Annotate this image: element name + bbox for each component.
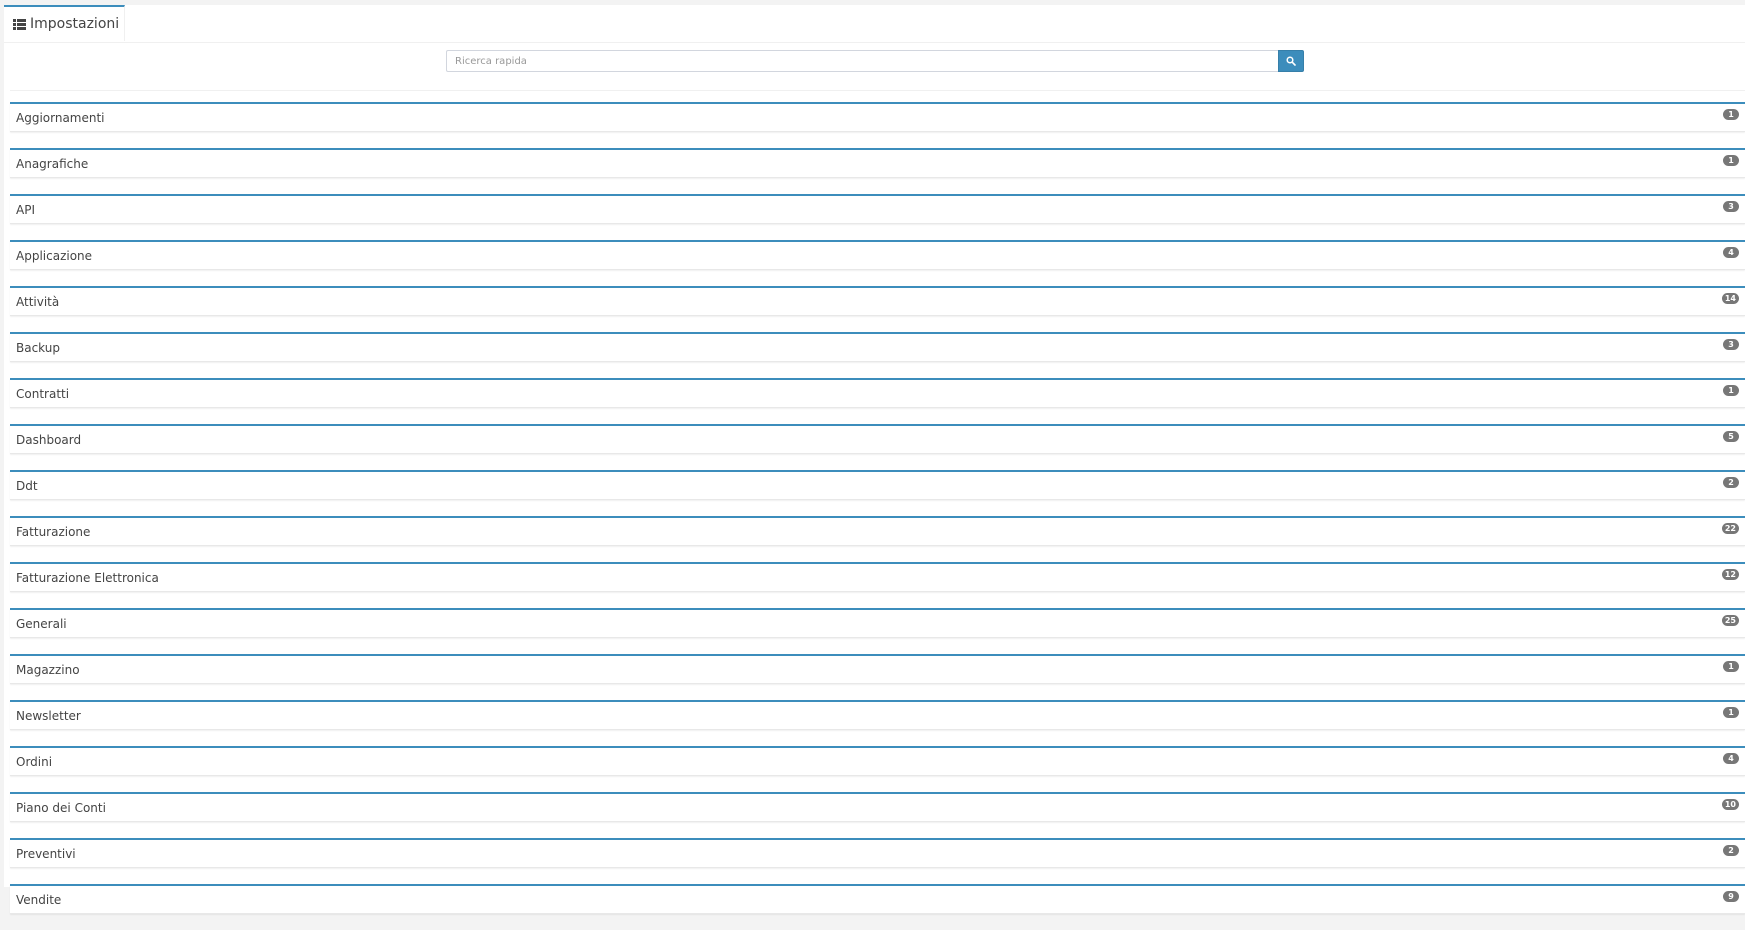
settings-section[interactable]: Vendite 9 <box>10 884 1745 914</box>
count-badge: 14 <box>1721 293 1739 304</box>
settings-section[interactable]: Ordini 4 <box>10 746 1745 776</box>
search-icon <box>1286 56 1296 66</box>
divider <box>10 90 1745 91</box>
section-title: Attività <box>16 295 60 309</box>
count-badge: 3 <box>1723 339 1739 350</box>
count-badge: 3 <box>1723 201 1739 212</box>
section-title: Generali <box>16 617 67 631</box>
tab-label: Impostazioni <box>30 16 120 32</box>
section-title: API <box>16 203 35 217</box>
settings-section[interactable]: Attività 14 <box>10 286 1745 316</box>
count-badge: 5 <box>1723 431 1739 442</box>
settings-section[interactable]: Generali 25 <box>10 608 1745 638</box>
section-title: Magazzino <box>16 663 80 677</box>
settings-section[interactable]: API 3 <box>10 194 1745 224</box>
section-title: Dashboard <box>16 433 82 447</box>
count-badge: 2 <box>1723 477 1739 488</box>
section-title: Preventivi <box>16 847 76 861</box>
section-title: Contratti <box>16 387 70 401</box>
settings-section[interactable]: Backup 3 <box>10 332 1745 362</box>
search-input[interactable] <box>446 50 1278 72</box>
count-badge: 1 <box>1723 661 1739 672</box>
section-title: Vendite <box>16 893 62 907</box>
count-badge: 10 <box>1721 799 1739 810</box>
count-badge: 1 <box>1723 707 1739 718</box>
settings-section[interactable]: Dashboard 5 <box>10 424 1745 454</box>
count-badge: 1 <box>1723 109 1739 120</box>
count-badge: 9 <box>1723 891 1739 902</box>
search-button[interactable] <box>1278 50 1304 72</box>
count-badge: 4 <box>1723 753 1739 764</box>
section-title: Ddt <box>16 479 38 493</box>
tab-bar: Impostazioni <box>4 5 1745 43</box>
settings-section[interactable]: Magazzino 1 <box>10 654 1745 684</box>
section-title: Fatturazione <box>16 525 91 539</box>
settings-panel: Impostazioni Aggiornamenti1Anagrafiche1A… <box>4 5 1745 914</box>
list-icon <box>13 18 26 30</box>
settings-section[interactable]: Piano dei Conti 10 <box>10 792 1745 822</box>
settings-section[interactable]: Newsletter 1 <box>10 700 1745 730</box>
settings-section-list: Aggiornamenti 1 Anagrafiche 1 API 3 Applicazio… <box>10 102 1745 930</box>
section-title: Piano dei Conti <box>16 801 106 815</box>
section-title: Applicazione <box>16 249 93 263</box>
settings-section[interactable]: Preventivi 2 <box>10 838 1745 868</box>
section-title: Ordini <box>16 755 53 769</box>
count-badge: 1 <box>1723 385 1739 396</box>
count-badge: 12 <box>1721 569 1739 580</box>
section-title: Anagrafiche <box>16 157 89 171</box>
count-badge: 25 <box>1721 615 1739 626</box>
count-badge: 2 <box>1723 845 1739 856</box>
settings-section[interactable]: Applicazione 4 <box>10 240 1745 270</box>
quick-search <box>446 50 1304 72</box>
settings-section[interactable]: Anagrafiche 1 <box>10 148 1745 178</box>
section-title: Newsletter <box>16 709 81 723</box>
count-badge: 22 <box>1721 523 1739 534</box>
tab-impostazioni[interactable]: Impostazioni <box>4 5 125 41</box>
section-title: Aggiornamenti <box>16 111 105 125</box>
settings-section[interactable]: Fatturazione Elettronica 12 <box>10 562 1745 592</box>
section-title: Backup <box>16 341 60 355</box>
settings-section[interactable]: Fatturazione 22 <box>10 516 1745 546</box>
settings-section[interactable]: Ddt 2 <box>10 470 1745 500</box>
settings-section[interactable]: Aggiornamenti 1 <box>10 102 1745 132</box>
section-title: Fatturazione Elettronica <box>16 571 159 585</box>
count-badge: 1 <box>1723 155 1739 166</box>
count-badge: 4 <box>1723 247 1739 258</box>
settings-section[interactable]: Contratti 1 <box>10 378 1745 408</box>
